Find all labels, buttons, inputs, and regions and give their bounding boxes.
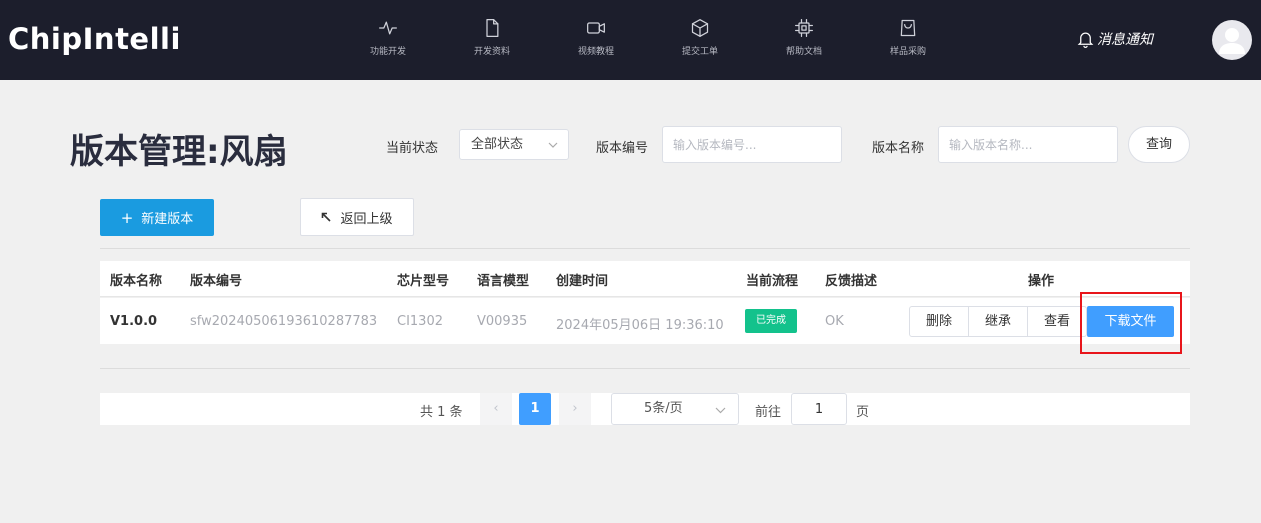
version-name-label: 版本名称 <box>872 141 925 156</box>
prev-page-button[interactable]: ‹ <box>480 393 512 425</box>
new-version-button[interactable]: + 新建版本 <box>100 199 214 236</box>
document-icon <box>486 19 499 37</box>
inherit-button[interactable]: 继承 <box>968 306 1028 337</box>
cell-created-time: 2024年05月06日 19:36:10 <box>556 318 724 333</box>
column-header: 芯片型号 <box>397 274 450 289</box>
nav-item-label: 帮助文档 <box>785 47 822 57</box>
goto-label: 前往 <box>755 405 782 420</box>
view-button[interactable]: 查看 <box>1027 306 1087 337</box>
cell-feedback: OK <box>825 314 844 329</box>
box-icon <box>691 19 709 37</box>
notification-label: 消息通知 <box>1097 32 1153 48</box>
cell-chip-model: CI1302 <box>397 314 443 329</box>
column-header: 版本名称 <box>110 274 163 289</box>
column-header: 创建时间 <box>556 274 609 289</box>
column-header: 当前流程 <box>746 274 799 289</box>
nav-item-dev-docs[interactable]: 开发资料 <box>440 18 544 57</box>
nav-item-label: 功能开发 <box>369 47 406 57</box>
version-number-label: 版本编号 <box>596 141 649 156</box>
top-navbar: ChipIntelli 功能开发 开发资料 视频教程 提交工单 帮助文档 样品采… <box>0 0 1261 80</box>
version-name-input[interactable] <box>938 126 1118 163</box>
table-row: V1.0.0 sfw20240506193610287783 CI1302 V0… <box>100 298 1190 344</box>
cell-language-model: V00935 <box>477 314 528 329</box>
nav-item-submit-ticket[interactable]: 提交工单 <box>648 18 752 57</box>
nav-item-video-tutorials[interactable]: 视频教程 <box>544 18 648 57</box>
nav-item-label: 开发资料 <box>473 47 510 57</box>
column-header: 操作 <box>1028 274 1055 289</box>
pagination: 共 1 条 ‹ 1 › 5条/页 前往 页 <box>100 393 1190 425</box>
goto-page-input[interactable] <box>791 393 847 425</box>
page-suffix: 页 <box>856 405 870 420</box>
notification-button[interactable]: 消息通知 <box>1076 29 1153 49</box>
cell-version-number: sfw20240506193610287783 <box>190 314 378 329</box>
main-nav: 功能开发 开发资料 视频教程 提交工单 帮助文档 样品采购 <box>336 18 960 57</box>
nav-item-label: 视频教程 <box>577 47 614 57</box>
chevron-down-icon <box>715 407 726 414</box>
nav-item-sample-purchase[interactable]: 样品采购 <box>856 18 960 57</box>
divider <box>100 368 1190 369</box>
bell-icon <box>1077 32 1094 48</box>
page-size-select[interactable]: 5条/页 <box>611 393 739 425</box>
arrow-up-left-icon <box>322 212 332 222</box>
next-page-button[interactable]: › <box>559 393 591 425</box>
table-header: 版本名称 版本编号 芯片型号 语言模型 创建时间 当前流程 反馈描述 操作 <box>100 261 1190 297</box>
query-button[interactable]: 查询 <box>1128 126 1190 163</box>
activity-icon <box>379 21 397 35</box>
status-select-value: 全部状态 <box>471 137 524 152</box>
page-number-current[interactable]: 1 <box>519 393 551 425</box>
nav-item-label: 样品采购 <box>889 47 926 57</box>
row-actions: 删除 继承 查看 <box>909 306 1087 337</box>
column-header: 反馈描述 <box>825 274 878 289</box>
back-button[interactable]: 返回上级 <box>300 198 414 236</box>
new-version-label: 新建版本 <box>141 212 194 227</box>
divider <box>100 248 1190 249</box>
pagination-total: 共 1 条 <box>420 405 463 420</box>
status-badge: 已完成 <box>745 309 797 333</box>
chip-icon <box>795 19 813 37</box>
logo[interactable]: ChipIntelli <box>8 22 181 56</box>
column-header: 语言模型 <box>477 274 530 289</box>
user-avatar-icon <box>1219 28 1245 54</box>
highlight-box <box>1080 292 1182 354</box>
user-avatar[interactable] <box>1212 20 1252 60</box>
video-icon <box>587 22 605 34</box>
status-select[interactable]: 全部状态 <box>459 129 569 160</box>
shopping-bag-icon <box>900 19 916 37</box>
plus-icon: + <box>120 208 134 227</box>
nav-item-label: 提交工单 <box>681 47 718 57</box>
nav-item-feature-dev[interactable]: 功能开发 <box>336 18 440 57</box>
page-size-value: 5条/页 <box>644 401 683 416</box>
nav-item-help-docs[interactable]: 帮助文档 <box>752 18 856 57</box>
chevron-down-icon <box>548 142 558 148</box>
delete-button[interactable]: 删除 <box>909 306 969 337</box>
back-label: 返回上级 <box>340 211 393 227</box>
column-header: 版本编号 <box>190 274 243 289</box>
version-number-input[interactable] <box>662 126 842 163</box>
status-filter-label: 当前状态 <box>386 141 439 156</box>
cell-version-name: V1.0.0 <box>110 314 158 329</box>
page-title: 版本管理:风扇 <box>70 132 288 172</box>
